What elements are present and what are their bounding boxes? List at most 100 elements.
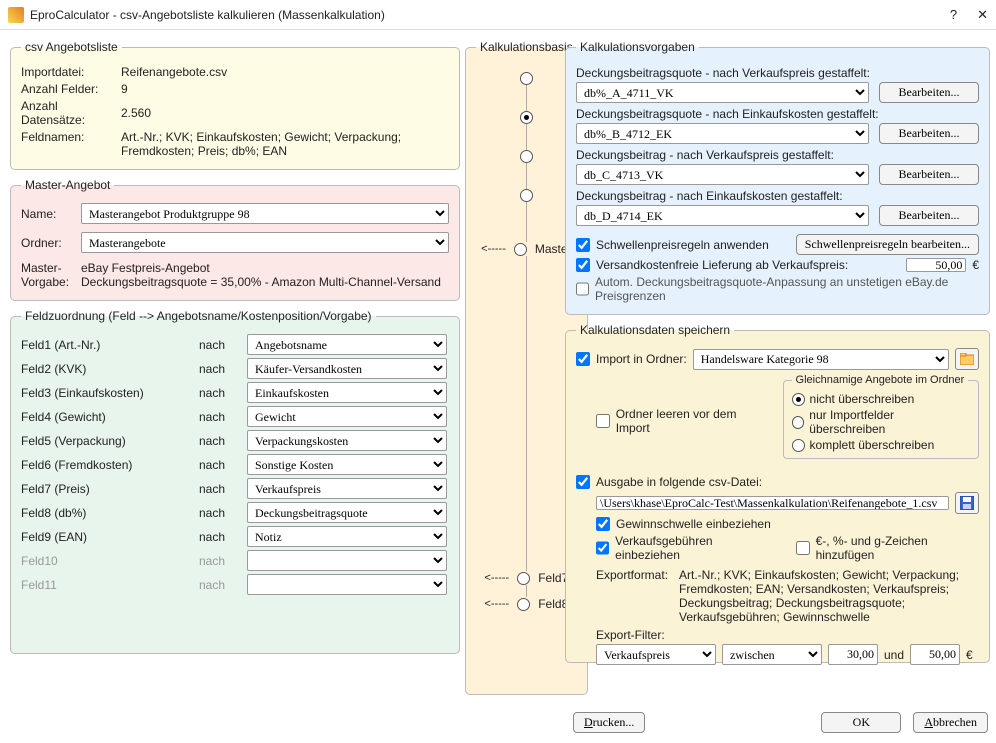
kb-radio-feld8[interactable] xyxy=(517,598,530,611)
fz-target-select-0[interactable]: Angebotsname xyxy=(247,334,447,355)
filter-op-select[interactable]: zwischen xyxy=(722,644,822,665)
kb-radio-1[interactable] xyxy=(520,72,533,85)
mastervorgabe-value: eBay Festpreis-Angebot Deckungsbeitragsq… xyxy=(81,261,441,289)
feldnamen-label: Feldnamen: xyxy=(21,130,121,144)
import-ordner-label: Import in Ordner: xyxy=(596,352,687,366)
schwellenpreis-checkbox[interactable] xyxy=(576,238,590,252)
fz-target-select-5[interactable]: Sonstige Kosten xyxy=(247,454,447,475)
kb-feld8-label: Feld8 xyxy=(538,597,568,611)
verkaufsgebuehren-label: Verkaufsgebühren einbeziehen xyxy=(615,534,770,562)
kalkulationsdaten-group: Kalkulationsdaten speichern Import in Or… xyxy=(565,323,990,663)
feldzuordnung-group: Feldzuordnung (Feld --> Angebotsname/Kos… xyxy=(10,309,460,654)
autom-db-checkbox[interactable] xyxy=(576,282,589,296)
zeichen-checkbox[interactable] xyxy=(796,541,809,555)
fz-nach-3: nach xyxy=(199,410,239,424)
kb-radio-4[interactable] xyxy=(520,189,533,202)
kb-radio-feld7[interactable] xyxy=(517,572,530,585)
kb-radio-2[interactable] xyxy=(520,111,533,124)
kv-edit-1[interactable]: Bearbeiten... xyxy=(879,82,979,103)
fz-legend: Feldzuordnung (Feld --> Angebotsname/Kos… xyxy=(21,309,376,323)
filter-value2-input[interactable] xyxy=(910,644,960,665)
kv-select-4[interactable]: db_D_4714_EK xyxy=(576,205,869,226)
gewinnschwelle-label: Gewinnschwelle einbeziehen xyxy=(616,517,771,531)
master-name-select[interactable]: Masterangebot Produktgruppe 98 xyxy=(81,203,449,224)
kv-edit-3[interactable]: Bearbeiten... xyxy=(879,164,979,185)
fz-field-label-3: Feld4 (Gewicht) xyxy=(21,410,191,424)
exportformat-label: Exportformat: xyxy=(596,568,671,624)
ordner-label: Ordner: xyxy=(21,236,81,250)
fz-nach-9: nach xyxy=(199,554,239,568)
fz-target-select-9[interactable] xyxy=(247,550,447,571)
kv-edit-2[interactable]: Bearbeiten... xyxy=(879,123,979,144)
fz-target-select-8[interactable]: Notiz xyxy=(247,526,447,547)
kb-radio-master[interactable] xyxy=(514,243,527,256)
print-button[interactable]: DDrucken...rucken... xyxy=(573,712,645,733)
kv-select-3[interactable]: db_C_4713_VK xyxy=(576,164,869,185)
cancel-button[interactable]: Abbrechen xyxy=(913,712,988,733)
overwrite-radio-2[interactable] xyxy=(792,416,805,429)
versandkostenfrei-label: Versandkostenfreie Lieferung ab Verkaufs… xyxy=(596,258,848,272)
zeichen-label: €-, %- und g-Zeichen hinzufügen xyxy=(816,534,979,562)
schwellenpreis-edit-button[interactable]: Schwellenpreisregeln bearbeiten... xyxy=(796,234,979,255)
kv-legend: Kalkulationsvorgaben xyxy=(576,40,699,54)
fz-field-label-4: Feld5 (Verpackung) xyxy=(21,434,191,448)
fz-target-select-2[interactable]: Einkaufskosten xyxy=(247,382,447,403)
overwrite-radio-1[interactable] xyxy=(792,393,805,406)
verkaufsgebuehren-checkbox[interactable] xyxy=(596,541,609,555)
eur-label-2: € xyxy=(966,648,973,662)
filter-value1-input[interactable] xyxy=(828,644,878,665)
gewinnschwelle-checkbox[interactable] xyxy=(596,517,610,531)
ordner-leeren-label: Ordner leeren vor dem Import xyxy=(616,407,771,435)
master-legend: Master-Angebot xyxy=(21,178,114,192)
versandkostenfrei-input[interactable] xyxy=(906,258,966,272)
fz-nach-8: nach xyxy=(199,530,239,544)
fz-target-select-4[interactable]: Verpackungskosten xyxy=(247,430,447,451)
fz-field-label-10: Feld11 xyxy=(21,578,191,592)
ordner-leeren-checkbox[interactable] xyxy=(596,414,610,428)
fz-target-select-7[interactable]: Deckungsbeitragsquote xyxy=(247,502,447,523)
fz-field-label-9: Feld10 xyxy=(21,554,191,568)
anzahl-felder-label: Anzahl Felder: xyxy=(21,82,121,96)
window-title: EproCalculator - csv-Angebotsliste kalku… xyxy=(30,8,385,22)
kv-l2: Deckungsbeitragsquote - nach Einkaufskos… xyxy=(576,107,979,121)
feldnamen-value: Art.-Nr.; KVK; Einkaufskosten; Gewicht; … xyxy=(121,130,449,158)
kb-radio-3[interactable] xyxy=(520,150,533,163)
import-ordner-select[interactable]: Handelsware Kategorie 98 xyxy=(693,349,949,370)
kv-select-2[interactable]: db%_B_4712_EK xyxy=(576,123,869,144)
ok-button[interactable]: OK xyxy=(821,712,901,733)
exportfilter-label: Export-Filter: xyxy=(596,628,979,642)
fz-field-label-7: Feld8 (db%) xyxy=(21,506,191,520)
folder-icon-button[interactable] xyxy=(955,348,979,370)
versandkostenfrei-checkbox[interactable] xyxy=(576,258,590,272)
fz-nach-5: nach xyxy=(199,458,239,472)
kv-select-1[interactable]: db%_A_4711_VK xyxy=(576,82,869,103)
exportformat-value: Art.-Nr.; KVK; Einkaufskosten; Gewicht; … xyxy=(679,568,979,624)
fz-target-select-6[interactable]: Verkaufspreis xyxy=(247,478,447,499)
kv-l3: Deckungsbeitrag - nach Verkaufspreis ges… xyxy=(576,148,979,162)
ausgabe-csv-checkbox[interactable] xyxy=(576,475,590,489)
master-ordner-select[interactable]: Masterangebote xyxy=(81,232,449,253)
csv-path-input[interactable] xyxy=(596,496,949,510)
app-icon xyxy=(8,7,24,23)
fz-target-select-3[interactable]: Gewicht xyxy=(247,406,447,427)
overwrite-label-1: nicht überschreiben xyxy=(810,392,915,406)
master-angebot-group: Master-Angebot Name:Masterangebot Produk… xyxy=(10,178,460,301)
fz-nach-4: nach xyxy=(199,434,239,448)
fz-field-label-2: Feld3 (Einkaufskosten) xyxy=(21,386,191,400)
fz-target-select-10[interactable] xyxy=(247,574,447,595)
close-button[interactable]: ✕ xyxy=(977,7,988,23)
help-button[interactable]: ? xyxy=(950,7,957,23)
save-icon-button[interactable] xyxy=(955,492,979,514)
fz-field-label-5: Feld6 (Fremdkosten) xyxy=(21,458,191,472)
overwrite-radio-3[interactable] xyxy=(792,439,805,452)
kb-feld7-label: Feld7 xyxy=(538,571,568,585)
fz-field-label-1: Feld2 (KVK) xyxy=(21,362,191,376)
autom-db-label: Autom. Deckungsbeitragsquote-Anpassung a… xyxy=(595,275,979,303)
fz-target-select-1[interactable]: Käufer-Versandkosten xyxy=(247,358,447,379)
import-ordner-checkbox[interactable] xyxy=(576,352,590,366)
arrow-icon: <----- xyxy=(484,598,509,610)
filter-field-select[interactable]: Verkaufspreis xyxy=(596,644,716,665)
fz-field-label-0: Feld1 (Art.-Nr.) xyxy=(21,338,191,352)
kv-edit-4[interactable]: Bearbeiten... xyxy=(879,205,979,226)
und-label: und xyxy=(884,648,904,662)
